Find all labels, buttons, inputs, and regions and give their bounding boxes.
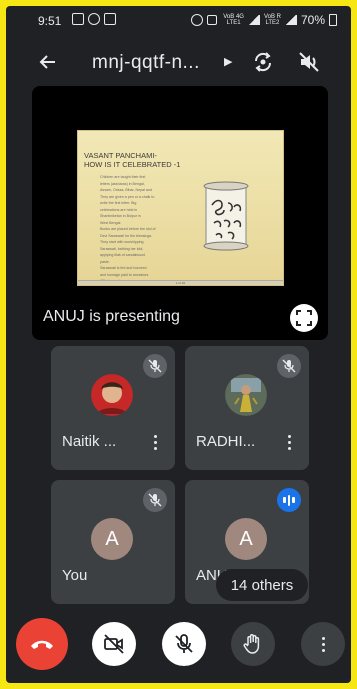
- more-options-icon[interactable]: [281, 432, 297, 452]
- mic-off-icon: [277, 354, 301, 378]
- camera-off-icon: [104, 634, 124, 654]
- participant-name: You: [62, 567, 88, 584]
- fullscreen-icon: [296, 310, 312, 326]
- message-icon: [72, 13, 84, 25]
- signal-1-icon: [247, 15, 260, 25]
- participant-avatar: [91, 374, 133, 416]
- slide-line: and homage paid to ancestors: [100, 272, 149, 277]
- status-right: VoB 4G LTE1 VoB R LTE2 70%: [191, 13, 337, 27]
- raise-hand-button[interactable]: [231, 622, 275, 666]
- fullscreen-button[interactable]: [290, 304, 318, 332]
- more-vert-icon: [321, 636, 325, 652]
- battery-percent: 70%: [300, 13, 325, 27]
- mic-off-icon: [143, 488, 167, 512]
- participant-name: Naitik ...: [62, 433, 117, 450]
- signal-2-icon: [284, 15, 297, 25]
- slide-line: Devi Saraswati for the blessings.: [100, 233, 153, 238]
- switch-camera-icon[interactable]: [250, 49, 276, 75]
- participant-tile-naitik[interactable]: Naitik ...: [51, 346, 175, 470]
- slide-line: Assam, Orissa, Bihar, Nepal and: [100, 188, 152, 192]
- meeting-code[interactable]: mnj-qqtf-n...: [92, 52, 200, 74]
- slide-line: Shantiniketan in Bolpur in: [100, 214, 141, 218]
- more-options-icon[interactable]: [147, 432, 163, 452]
- mic-off-icon: [143, 354, 167, 378]
- network-2-label: VoB R LTE2: [263, 14, 281, 26]
- slide-footer: 1 of 16: [78, 280, 283, 285]
- shared-slide: VASANT PANCHAMI- HOW IS IT CELEBRATED -1…: [77, 130, 284, 286]
- presenter-text: ANUJ is presenting: [43, 308, 180, 325]
- gallery-icon: [104, 13, 116, 25]
- slide-line: Saraswati is fed and honored: [100, 266, 147, 270]
- notification-icons: [72, 13, 116, 25]
- app-bar: mnj-qqtf-n... ▶: [6, 40, 351, 84]
- slide-line: letters (aksharas) in Bengal,: [100, 181, 145, 186]
- presenter-bar: ANUJ is presenting: [32, 294, 328, 340]
- participant-avatar: A: [225, 518, 267, 560]
- others-count-badge[interactable]: 14 others: [216, 569, 308, 601]
- participant-name: RADHI...: [196, 433, 256, 450]
- caret-right-icon[interactable]: ▶: [224, 55, 232, 68]
- whatsapp-icon: [88, 13, 100, 25]
- scroll-illustration-icon: [203, 181, 249, 251]
- speaker-off-icon[interactable]: [296, 49, 322, 75]
- back-arrow-icon[interactable]: [36, 50, 60, 74]
- raise-hand-icon: [243, 634, 260, 654]
- status-bar: 9:51 VoB 4G LTE1 VoB R LTE2 70%: [6, 6, 351, 34]
- slide-body: Children are taught their first letters …: [100, 175, 196, 286]
- slide-line: Saraswati, bathing her idol,: [100, 246, 144, 251]
- network-1-label: VoB 4G LTE1: [223, 14, 244, 26]
- mic-toggle-button[interactable]: [162, 622, 206, 666]
- participant-tile-radhi[interactable]: RADHI...: [185, 346, 309, 470]
- more-options-button[interactable]: [301, 622, 345, 666]
- slide-line: West Bengal.: [100, 220, 122, 225]
- slide-line: Books are placed before the idol of: [100, 227, 156, 231]
- slide-line: celebrations are held in: [100, 207, 138, 212]
- participant-tile-you[interactable]: A You: [51, 480, 175, 604]
- presentation-view[interactable]: VASANT PANCHAMI- HOW IS IT CELEBRATED -1…: [32, 86, 328, 340]
- participant-avatar: A: [91, 518, 133, 560]
- mic-off-icon: [175, 634, 193, 653]
- phone-screen: 9:51 VoB 4G LTE1 VoB R LTE2 70% mnj-qqtf…: [6, 6, 351, 683]
- participant-avatar: [225, 374, 267, 416]
- slide-line: applying tilak of sandalwood: [100, 253, 145, 257]
- camera-toggle-button[interactable]: [92, 622, 136, 666]
- slide-line: Children are taught their first: [100, 175, 146, 179]
- slide-title: VASANT PANCHAMI- HOW IS IT CELEBRATED -1: [84, 151, 180, 169]
- battery-icon: [329, 14, 337, 26]
- speaking-indicator-icon: [277, 488, 301, 512]
- slide-title-line-2: HOW IS IT CELEBRATED -1: [84, 160, 181, 169]
- slide-title-line-1: VASANT PANCHAMI-: [84, 151, 157, 160]
- slide-line: write the first letter. Big: [100, 201, 137, 205]
- slide-line: They start with worshipping: [100, 240, 144, 244]
- vibrate-icon: [207, 15, 218, 25]
- slide-line: They are given a pen or a chalk to: [100, 194, 155, 199]
- end-call-button[interactable]: [16, 618, 68, 670]
- alarm-icon: [191, 14, 204, 26]
- status-time: 9:51: [38, 14, 62, 28]
- end-call-icon: [31, 640, 53, 649]
- slide-line: paste.: [100, 259, 110, 264]
